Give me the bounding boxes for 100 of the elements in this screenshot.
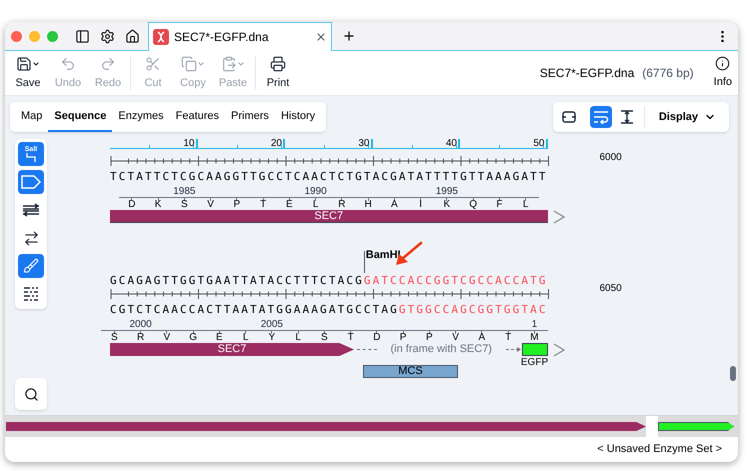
sidebar-button[interactable] — [75, 28, 90, 44]
view-tab[interactable]: Features — [170, 102, 226, 132]
position-number: 1 — [532, 320, 538, 330]
search-icon — [24, 386, 38, 402]
view-tab[interactable]: Enzymes — [112, 102, 170, 132]
view-marker[interactable] — [646, 416, 658, 438]
amino-acid: P — [400, 333, 406, 343]
sequence-text: GATCCACCGGTCGCCACCATG — [364, 275, 548, 286]
settings-icon — [100, 28, 115, 44]
ruler-number: 30 — [358, 139, 372, 149]
continue-icon — [552, 343, 564, 357]
feature-label: EGFP — [520, 358, 548, 368]
amino-acid: T — [348, 333, 354, 343]
collapse-icon — [560, 109, 577, 125]
view-tab[interactable]: Sequence — [48, 102, 112, 132]
amino-acid: K — [444, 200, 450, 210]
home-icon — [125, 28, 140, 44]
position-number: 1990 — [304, 187, 327, 197]
scrollbar-thumb[interactable] — [730, 366, 736, 381]
undo-icon — [60, 56, 76, 72]
toolbar-button[interactable]: Save — [8, 54, 48, 92]
scissors-icon — [145, 56, 161, 72]
document-name: SEC7*-EGFP.dna — [540, 65, 634, 82]
amino-acid: L — [522, 200, 528, 210]
info-icon — [715, 56, 730, 71]
tag-icon — [21, 175, 41, 189]
amino-acid: L — [295, 333, 301, 343]
amino-acid: F — [496, 200, 502, 210]
amino-acid: L — [312, 200, 318, 210]
amino-acid: D — [128, 200, 136, 210]
enzyme-label[interactable]: BamHI — [366, 250, 401, 261]
toolbar-button[interactable]: Print — [258, 54, 298, 92]
amino-acid: I — [419, 200, 422, 210]
plus-icon — [342, 29, 356, 43]
enzyme-set-selector[interactable]: < Unsaved Enzyme Set > — [597, 441, 722, 458]
amino-acid: S — [321, 333, 328, 343]
overview-bar[interactable] — [658, 422, 734, 431]
amino-acid: Q — [469, 200, 478, 210]
amino-acid: G — [189, 333, 198, 343]
amino-acid: V — [164, 333, 170, 343]
swap-icon — [22, 230, 40, 246]
settings-button[interactable] — [100, 28, 115, 44]
position-number: 2005 — [260, 320, 283, 330]
amino-acid: S — [111, 333, 118, 343]
document-length: (6776 bp) — [642, 65, 694, 82]
sequence-text: GCAGAGTTGGTGAATTATACCTTTCTACG — [110, 275, 364, 286]
feature-bar[interactable]: SEC7 — [110, 210, 548, 223]
amino-acid: T — [505, 333, 512, 343]
continue-icon — [552, 210, 564, 224]
tab-title: SEC7*-EGFP.dna — [174, 29, 270, 46]
sequence-text: TCTATTCTCGCAAGGTTGCCTCAACTCTGTACGATATTTTGTTAAAGATT — [110, 171, 548, 182]
amino-acid: P — [426, 333, 433, 343]
sequence-text: GTGGCCAGCGGTGGTAC — [398, 304, 548, 315]
position-label: 6000 — [600, 151, 622, 165]
document-tab[interactable]: SEC7*-EGFP.dna — [148, 22, 332, 51]
sequence-text: CGTCTCAACCACTTAATATGGAAAGATGCCTAG — [110, 304, 399, 315]
search-button[interactable] — [15, 378, 47, 410]
frame-note: (in frame with SEC7) — [390, 343, 493, 356]
ruler-number: 50 — [533, 139, 548, 149]
feature-box[interactable] — [522, 343, 548, 356]
position-number: 2000 — [130, 320, 152, 330]
ruler-number: 40 — [446, 139, 460, 149]
amino-acid: S — [181, 200, 188, 210]
position-label: 6050 — [600, 282, 622, 296]
wrap-icon — [592, 109, 610, 125]
app-logo-icon — [153, 29, 169, 45]
amino-acid: V — [207, 200, 214, 210]
list-icon — [23, 286, 39, 302]
amino-acid: M — [530, 333, 539, 343]
amino-acid: K — [154, 200, 162, 210]
view-tab[interactable]: Primers — [225, 102, 275, 132]
position-number: 1985 — [173, 187, 196, 197]
amino-acid: E — [286, 200, 293, 210]
view-tab[interactable]: Map — [15, 102, 48, 132]
ruler-number: 20 — [270, 139, 285, 149]
position-number: 1995 — [436, 187, 458, 197]
cut-site-icon — [24, 153, 37, 162]
redo-icon — [100, 56, 116, 72]
amino-acid: H — [364, 200, 372, 210]
split-icon — [618, 109, 635, 125]
brush-icon — [23, 258, 39, 274]
home-button[interactable] — [125, 28, 140, 44]
close-icon[interactable] — [315, 31, 327, 43]
view-tab[interactable]: History — [274, 102, 322, 132]
amino-acid: P — [234, 200, 240, 210]
amino-acid: V — [452, 333, 459, 343]
amino-acid: A — [478, 333, 486, 343]
amino-acid: R — [338, 200, 346, 210]
sidebar-icon — [75, 28, 90, 44]
amino-acid: L — [242, 333, 248, 343]
amino-acid: D — [373, 333, 380, 343]
clipboard-icon — [181, 56, 197, 72]
close-control[interactable] — [11, 30, 22, 42]
clipboard-icon — [221, 56, 237, 72]
info-button[interactable]: Info — [714, 56, 732, 90]
amino-acid: R — [137, 333, 144, 343]
feature-box[interactable]: MCS — [363, 365, 458, 378]
amino-acid: A — [391, 200, 398, 210]
amino-acid: T — [260, 200, 266, 210]
display-dropdown[interactable]: Display — [650, 108, 724, 126]
